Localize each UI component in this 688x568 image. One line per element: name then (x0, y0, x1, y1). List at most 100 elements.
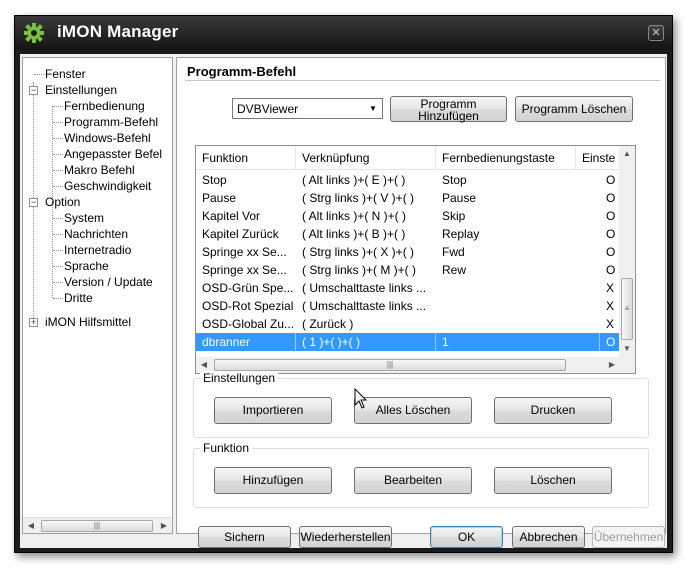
table-cell: O (606, 245, 616, 259)
tree-guide (53, 218, 63, 219)
tree-item-label: Fernbedienung (64, 99, 145, 113)
apply-button[interactable]: Übernehmen (592, 526, 665, 548)
table-cell: OSD-Grün Spe... (202, 281, 294, 295)
table-row[interactable]: OSD-Grün Spe... ( Umschalttaste links ..… (196, 279, 620, 297)
print-button[interactable]: Drucken (494, 397, 612, 424)
tree-item-option[interactable]: Option (45, 194, 80, 210)
tree-item-label: Option (45, 195, 81, 209)
table-row[interactable]: Springe xx Se... ( Strg links )+( M )+( … (196, 261, 620, 279)
delete-program-label: Programm Löschen (521, 102, 627, 116)
divider (185, 80, 660, 81)
table-cell: Springe xx Se... (202, 245, 287, 259)
tree-guide (53, 234, 63, 235)
chevron-down-icon[interactable]: ▼ (365, 100, 381, 117)
tree-item-dritte[interactable]: Dritte (64, 290, 93, 306)
table-row[interactable]: Springe xx Se... ( Strg links )+( X )+( … (196, 243, 620, 261)
tree-item-version-update[interactable]: Version / Update (64, 274, 153, 290)
tree-item-system[interactable]: System (64, 210, 104, 226)
table-row[interactable]: Pause ( Strg links )+( V )+( ) Pause O (196, 189, 620, 207)
add-function-button[interactable]: Hinzufügen (214, 467, 332, 494)
tree-item-label: System (64, 211, 105, 225)
tree-item-sprache[interactable]: Sprache (64, 258, 109, 274)
section-title: Programm-Befehl (187, 64, 297, 79)
title-bar[interactable]: iMON Manager ✕ (15, 16, 672, 50)
clear-all-label: Alles Löschen (375, 403, 451, 417)
delete-function-button[interactable]: Löschen (494, 467, 612, 494)
table-row[interactable]: Kapitel Vor ( Alt links )+( N )+( ) Skip… (196, 207, 620, 225)
table-cell: Rew (442, 263, 467, 277)
ok-button[interactable]: OK (430, 526, 503, 548)
import-label: Importieren (242, 403, 304, 417)
scroll-right-icon[interactable]: ▶ (156, 518, 172, 533)
tree-item-windows-befehl[interactable]: Windows-Befehl (64, 130, 151, 146)
tree-item-geschwindigkeit[interactable]: Geschwindigkeit (64, 178, 151, 194)
table-header: Funktion Verknüpfung Fernbedienungstaste… (196, 146, 620, 170)
tree-item-label: Windows-Befehl (64, 131, 151, 145)
column-header[interactable]: Einste (576, 146, 620, 170)
table-row[interactable]: OSD-Rot Spezial ( Umschalttaste links ..… (196, 297, 620, 315)
import-button[interactable]: Importieren (214, 397, 332, 424)
edit-function-label: Bearbeiten (383, 473, 443, 487)
table-row[interactable]: OSD-Global Zu... ( Zurück ) X (196, 315, 620, 333)
table-cell: Replay (442, 227, 480, 241)
tree-item-fenster[interactable]: Fenster (45, 66, 86, 82)
dialog-client: Fenster − Einstellungen Fernbedienung Pr… (20, 54, 667, 548)
table-cell: Fwd (442, 245, 465, 259)
column-header[interactable]: Funktion (196, 146, 296, 170)
collapse-icon[interactable]: − (29, 198, 38, 207)
ok-label: OK (457, 530, 476, 544)
table-cell: ( Strg links )+( M )+( ) (302, 263, 417, 277)
edit-function-button[interactable]: Bearbeiten (354, 467, 472, 494)
restore-button[interactable]: Wiederherstellen (299, 526, 392, 548)
tree-item-fernbedienung[interactable]: Fernbedienung (64, 98, 145, 114)
table-row-selected[interactable]: dbranner ( 1 )+( )+( ) 1 O (196, 333, 620, 351)
table-cell: O (606, 191, 616, 205)
tree-item-label: Geschwindigkeit (64, 179, 152, 193)
table-row[interactable]: Stop ( Alt links )+( E )+( ) Stop O (196, 171, 620, 189)
clear-all-button[interactable]: Alles Löschen (354, 397, 472, 424)
table-cell: ( Alt links )+( B )+( ) (302, 227, 406, 241)
scroll-thumb[interactable]: ≡ (621, 278, 633, 340)
settings-tree[interactable]: Fenster − Einstellungen Fernbedienung Pr… (22, 57, 173, 534)
column-header[interactable]: Fernbedienungstaste (436, 146, 576, 170)
cancel-button[interactable]: Abbrechen (512, 526, 585, 548)
tree-item-internetradio[interactable]: Internetradio (64, 242, 131, 258)
scroll-up-icon[interactable]: ▲ (619, 146, 635, 162)
table-cell: OSD-Global Zu... (202, 317, 295, 331)
scroll-left-icon[interactable]: ◀ (23, 518, 39, 533)
tree-item-nachrichten[interactable]: Nachrichten (64, 226, 128, 242)
program-select[interactable]: DVBViewer ▼ (232, 98, 383, 119)
scroll-thumb[interactable]: ||| (214, 359, 566, 371)
collapse-icon[interactable]: − (29, 86, 38, 95)
delete-program-button[interactable]: Programm Löschen (515, 96, 633, 122)
expand-icon[interactable]: + (29, 318, 38, 327)
tree-item-programm-befehl[interactable]: Programm-Befehl (64, 114, 158, 130)
delete-function-label: Löschen (530, 473, 576, 487)
tree-horizontal-scrollbar[interactable]: ◀ ||| ▶ (23, 517, 172, 533)
table-cell: X (606, 317, 615, 331)
add-program-button[interactable]: Programm Hinzufügen (390, 96, 507, 122)
window-title: iMON Manager (57, 22, 179, 41)
scroll-thumb[interactable]: ||| (41, 520, 153, 532)
tree-guide (53, 122, 63, 123)
command-table[interactable]: Funktion Verknüpfung Fernbedienungstaste… (195, 145, 636, 374)
tree-guide (53, 250, 63, 251)
table-row[interactable]: Kapitel Zurück ( Alt links )+( B )+( ) R… (196, 225, 620, 243)
tree-guide (53, 298, 63, 299)
table-cell: OSD-Rot Spezial (202, 299, 294, 313)
table-cell: ( 1 )+( )+( ) (296, 333, 436, 351)
tree-item-angepasster-befehl[interactable]: Angepasster Befel (64, 146, 162, 162)
table-cell: ( Strg links )+( V )+( ) (302, 191, 415, 205)
tree-item-makro-befehl[interactable]: Makro Befehl (64, 162, 135, 178)
scroll-right-icon[interactable]: ▶ (604, 357, 620, 373)
tree-item-einstellungen[interactable]: Einstellungen (45, 82, 117, 98)
table-cell: X (606, 281, 615, 295)
tree-item-imon-hilfsmittel[interactable]: iMON Hilfsmittel (45, 314, 131, 330)
scroll-down-icon[interactable]: ▼ (619, 341, 635, 357)
close-icon[interactable]: ✕ (648, 25, 664, 41)
save-button[interactable]: Sichern (198, 526, 291, 548)
restore-label: Wiederherstellen (300, 530, 391, 544)
apply-label: Übernehmen (593, 530, 664, 544)
column-header[interactable]: Verknüpfung (296, 146, 436, 170)
table-vertical-scrollbar[interactable]: ▲ ≡ ▼ (619, 146, 635, 357)
